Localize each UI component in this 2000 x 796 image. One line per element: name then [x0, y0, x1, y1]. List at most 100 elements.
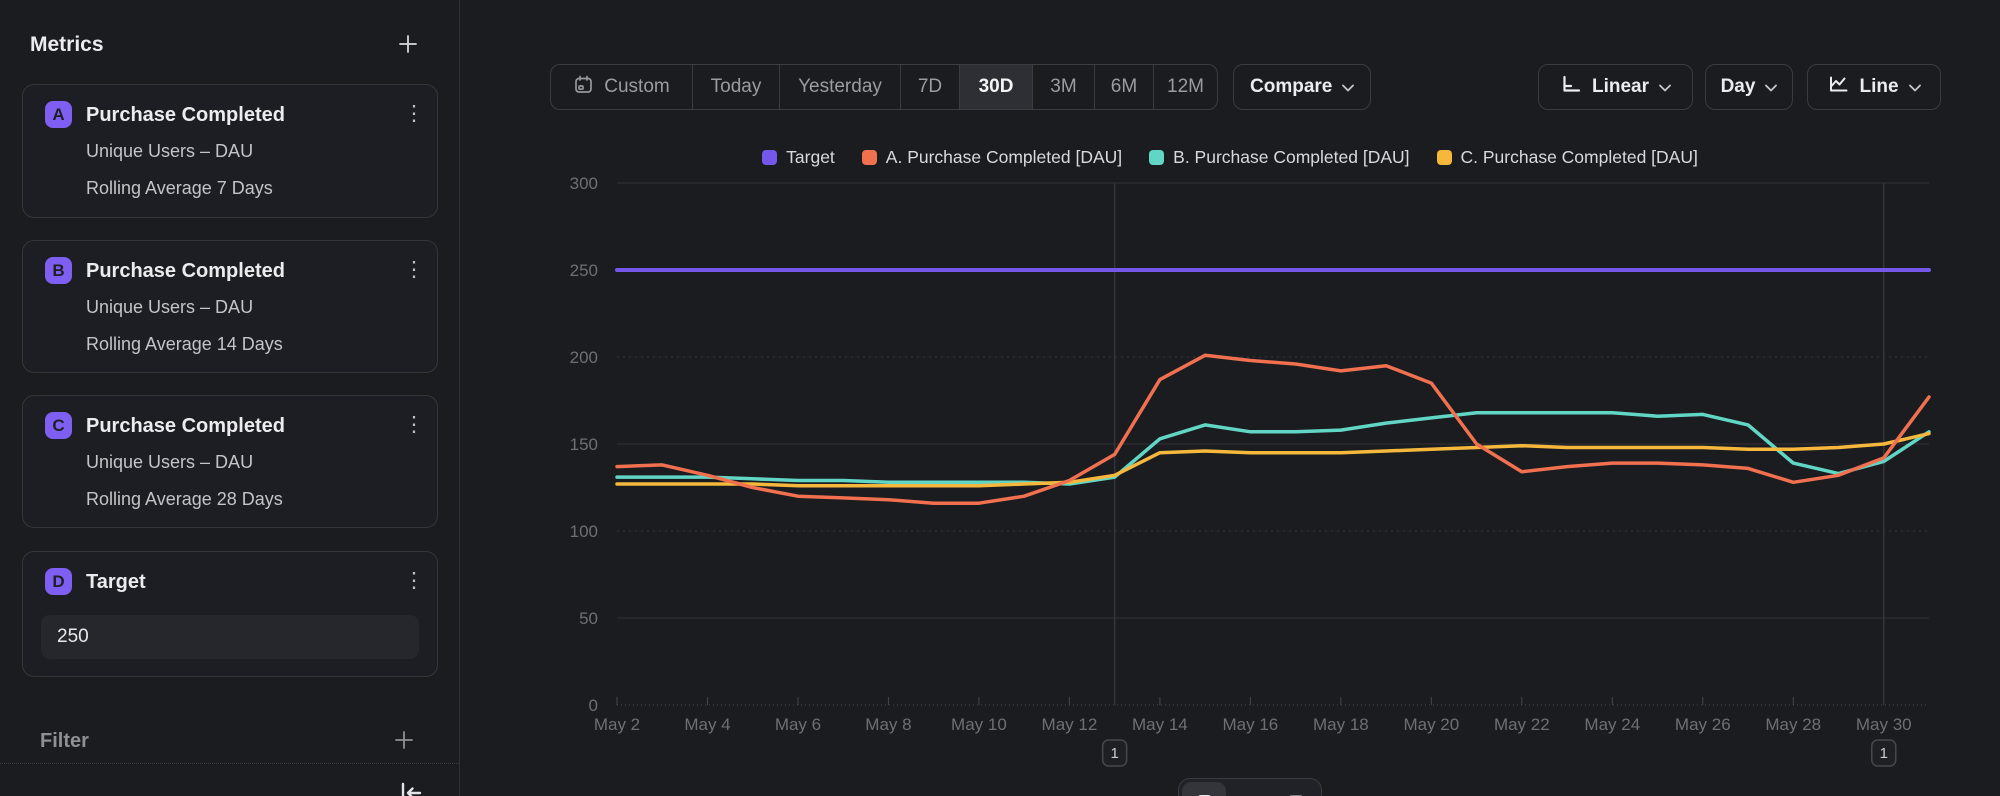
x-axis-label: May 20	[1403, 715, 1459, 734]
metric-badge-c: C	[45, 412, 72, 439]
range-yesterday[interactable]: Yesterday	[779, 65, 900, 109]
kebab-menu-icon[interactable]: ⋮	[401, 410, 427, 440]
y-axis-label: 100	[570, 522, 598, 541]
kebab-menu-icon[interactable]: ⋮	[401, 566, 427, 596]
y-axis-label: 50	[579, 609, 598, 628]
x-axis-label: May 8	[865, 715, 911, 734]
metrics-dashboard: { "sidebar": { "title": "Metrics", "metr…	[0, 0, 2000, 796]
legend-item[interactable]: Target	[762, 147, 835, 168]
legend-swatch	[1437, 150, 1452, 165]
metric-card-a[interactable]: A Purchase Completed ⋮ Unique Users – DA…	[22, 84, 438, 218]
scale-select-button[interactable]: Linear	[1538, 64, 1693, 110]
range-label: Custom	[604, 76, 669, 98]
chevron-down-icon	[1342, 76, 1354, 98]
metric-title: Purchase Completed	[86, 104, 285, 127]
linear-axes-icon	[1560, 73, 1582, 101]
target-card[interactable]: D Target ⋮	[22, 551, 438, 677]
kebab-menu-icon[interactable]: ⋮	[401, 99, 427, 129]
filter-section: Filter	[40, 726, 415, 756]
x-axis-label: May 16	[1223, 715, 1279, 734]
kebab-menu-icon[interactable]: ⋮	[401, 255, 427, 285]
legend-item[interactable]: C. Purchase Completed [DAU]	[1437, 147, 1698, 168]
chevron-down-icon	[1765, 76, 1777, 98]
chevron-down-icon	[1659, 76, 1671, 98]
x-axis-label: May 18	[1313, 715, 1369, 734]
granularity-select-button[interactable]: Day	[1705, 64, 1793, 110]
sidebar-title: Metrics	[30, 33, 104, 57]
metric-card-b[interactable]: B Purchase Completed ⋮ Unique Users – DA…	[22, 240, 438, 373]
compare-button[interactable]: Compare	[1233, 64, 1371, 110]
granularity-label: Day	[1721, 76, 1756, 98]
metric-transform: Rolling Average 14 Days	[86, 334, 283, 355]
legend-item[interactable]: B. Purchase Completed [DAU]	[1149, 147, 1409, 168]
legend-item[interactable]: A. Purchase Completed [DAU]	[862, 147, 1122, 168]
y-axis-label: 0	[589, 696, 598, 715]
card-size-toggle	[1178, 778, 1322, 796]
metrics-sidebar: Metrics A Purchase Completed ⋮ Unique Us…	[0, 0, 460, 796]
x-axis-label: May 6	[775, 715, 821, 734]
legend-swatch	[1149, 150, 1164, 165]
y-axis-label: 200	[570, 348, 598, 367]
annotation-badge-label: 1	[1110, 745, 1118, 762]
filter-title: Filter	[40, 730, 89, 753]
range-6m[interactable]: 6M	[1094, 65, 1153, 109]
add-filter-button[interactable]	[393, 729, 415, 754]
scale-label: Linear	[1592, 76, 1649, 98]
legend-label: C. Purchase Completed [DAU]	[1461, 147, 1698, 168]
calendar-icon	[573, 74, 594, 101]
range-label: 7D	[918, 76, 942, 98]
metric-transform: Rolling Average 28 Days	[86, 489, 283, 510]
y-axis-label: 250	[570, 261, 598, 280]
range-label: 3M	[1050, 76, 1076, 98]
size-large-button[interactable]	[1274, 782, 1318, 796]
range-label: 6M	[1111, 76, 1137, 98]
range-today[interactable]: Today	[692, 65, 779, 109]
collapse-left-icon	[398, 780, 424, 796]
plus-icon	[397, 33, 419, 58]
x-axis-label: May 14	[1132, 715, 1188, 734]
chart-type-select-button[interactable]: Line	[1807, 64, 1941, 110]
plus-icon	[393, 729, 415, 754]
x-axis-label: May 28	[1765, 715, 1821, 734]
chart-legend: Target A. Purchase Completed [DAU] B. Purc…	[460, 145, 2000, 169]
chevron-down-icon	[1909, 76, 1921, 98]
range-12m[interactable]: 12M	[1153, 65, 1217, 109]
range-3m[interactable]: 3M	[1032, 65, 1094, 109]
legend-label: Target	[786, 147, 835, 168]
legend-label: B. Purchase Completed [DAU]	[1173, 147, 1409, 168]
range-30d[interactable]: 30D	[959, 65, 1032, 109]
target-value-input[interactable]	[41, 615, 419, 659]
x-axis-label: May 22	[1494, 715, 1550, 734]
metric-badge-a: A	[45, 101, 72, 128]
date-range-control: Custom Today Yesterday 7D 30D 3M 6M 12M	[550, 64, 1218, 110]
range-label: Today	[711, 76, 762, 98]
metric-title: Purchase Completed	[86, 260, 285, 283]
series-line-c[interactable]	[617, 434, 1929, 486]
range-custom[interactable]: Custom	[551, 65, 692, 109]
add-metric-button[interactable]	[397, 33, 419, 58]
chart-svg: 050100150200250300May 2May 4May 6May 8Ma…	[460, 170, 2000, 796]
annotation-badge-label: 1	[1880, 745, 1888, 762]
x-axis-label: May 12	[1042, 715, 1098, 734]
metric-measure: Unique Users – DAU	[86, 141, 253, 162]
metric-card-c[interactable]: C Purchase Completed ⋮ Unique Users – DA…	[22, 395, 438, 528]
x-axis-label: May 24	[1584, 715, 1640, 734]
chart-area[interactable]: 050100150200250300May 2May 4May 6May 8Ma…	[460, 170, 2000, 796]
x-axis-label: May 10	[951, 715, 1007, 734]
sidebar-divider	[0, 763, 459, 764]
range-label: Yesterday	[798, 76, 882, 98]
size-small-button[interactable]	[1182, 782, 1226, 796]
metric-transform: Rolling Average 7 Days	[86, 178, 273, 199]
range-label: 12M	[1167, 76, 1204, 98]
collapse-sidebar-button[interactable]	[398, 780, 424, 796]
range-7d[interactable]: 7D	[900, 65, 959, 109]
chart-type-label: Line	[1859, 76, 1898, 98]
chart-panel: Custom Today Yesterday 7D 30D 3M 6M 12M …	[460, 0, 2000, 796]
size-medium-button[interactable]	[1228, 782, 1272, 796]
line-chart-icon	[1827, 73, 1849, 101]
y-axis-label: 300	[570, 174, 598, 193]
x-axis-label: May 30	[1856, 715, 1912, 734]
compare-label: Compare	[1250, 76, 1332, 98]
legend-swatch	[862, 150, 877, 165]
y-axis-label: 150	[570, 435, 598, 454]
